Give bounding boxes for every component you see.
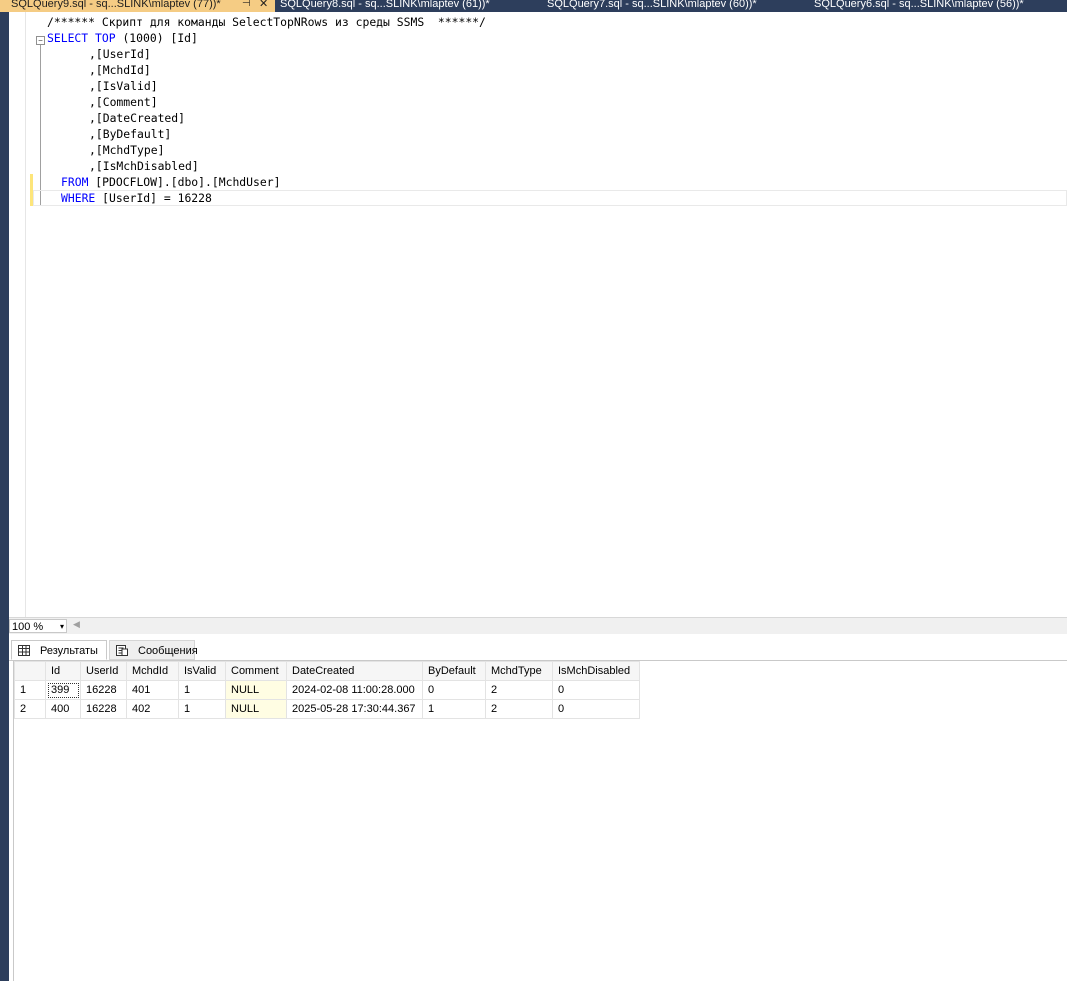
- code-line-select: SELECT TOP (1000) [Id]: [47, 30, 198, 46]
- code-column: ,[IsMchDisabled]: [89, 159, 199, 173]
- tab-label: SQLQuery8.sql - sq...SLINK\mlaptev (61))…: [280, 0, 490, 10]
- cell-userid[interactable]: 16228: [80, 680, 127, 700]
- code-column: ,[ByDefault]: [89, 127, 172, 141]
- code-comment: /****** Скрипт для команды SelectTopNRow…: [47, 15, 486, 29]
- results-pane: Результаты Сообщения Id UserId MchdId Is…: [9, 634, 1067, 981]
- document-tab-bar: SQLQuery9.sql - sq...SLINK\mlaptev (77))…: [0, 0, 1067, 12]
- code-column: ,[MchdId]: [89, 63, 151, 77]
- editor-status-strip: 100 % ▾ ◀: [9, 617, 1067, 635]
- column-header[interactable]: UserId: [80, 661, 127, 681]
- messages-icon: [116, 645, 128, 656]
- row-number-header[interactable]: [14, 661, 46, 681]
- code-column: ,[Comment]: [89, 95, 158, 109]
- code-column: ,[IsValid]: [89, 79, 158, 93]
- column-header[interactable]: MchdId: [126, 661, 179, 681]
- column-header[interactable]: IsValid: [178, 661, 226, 681]
- gutter-divider: [25, 12, 26, 617]
- grid-icon: [18, 645, 30, 656]
- query-editor[interactable]: − /****** Скрипт для команды SelectTopNR…: [9, 12, 1067, 617]
- table-row[interactable]: 2 400 16228 402 1 NULL 2025-05-28 17:30:…: [14, 699, 640, 719]
- code-column: ,[DateCreated]: [89, 111, 186, 125]
- cell-mchdid[interactable]: 401: [126, 680, 179, 700]
- code-column: ,[MchdType]: [89, 143, 165, 157]
- row-number[interactable]: 2: [14, 699, 46, 719]
- table-row[interactable]: 1 399 16228 401 1 NULL 2024-02-08 11:00:…: [14, 680, 640, 700]
- cell-mchdid[interactable]: 402: [126, 699, 179, 719]
- code-line-from: FROM [PDOCFLOW].[dbo].[MchdUser]: [61, 174, 280, 190]
- column-header[interactable]: Id: [45, 661, 81, 681]
- column-header[interactable]: Comment: [225, 661, 287, 681]
- tab-label: SQLQuery6.sql - sq...SLINK\mlaptev (56))…: [814, 0, 1024, 10]
- column-header[interactable]: MchdType: [485, 661, 553, 681]
- outline-line: [40, 45, 41, 205]
- tab-label: SQLQuery9.sql - sq...SLINK\mlaptev (77))…: [11, 0, 221, 10]
- chevron-down-icon: ▾: [59, 622, 64, 631]
- cell-id[interactable]: 399: [45, 680, 81, 700]
- tab-label: Результаты: [40, 645, 98, 657]
- cell-bydefault[interactable]: 0: [422, 680, 486, 700]
- cell-datecreated[interactable]: 2025-05-28 17:30:44.367: [286, 699, 423, 719]
- cell-isvalid[interactable]: 1: [178, 680, 226, 700]
- tab-messages[interactable]: Сообщения: [109, 640, 198, 660]
- cell-mchdtype[interactable]: 2: [485, 699, 553, 719]
- cell-comment[interactable]: NULL: [225, 680, 287, 700]
- cell-bydefault[interactable]: 1: [422, 699, 486, 719]
- keyword-select: SELECT: [47, 31, 89, 45]
- keyword-where: WHERE: [61, 191, 96, 205]
- zoom-value: 100 %: [12, 621, 44, 633]
- tab-results[interactable]: Результаты: [11, 640, 107, 660]
- collapse-icon[interactable]: −: [36, 36, 45, 45]
- tab-label: SQLQuery7.sql - sq...SLINK\mlaptev (60))…: [547, 0, 757, 10]
- cell-ismchdisabled[interactable]: 0: [552, 699, 640, 719]
- left-window-edge: [0, 12, 9, 981]
- cell-isvalid[interactable]: 1: [178, 699, 226, 719]
- tab-sqlquery9[interactable]: SQLQuery9.sql - sq...SLINK\mlaptev (77))…: [0, 0, 275, 12]
- where-expression: [UserId] = 16228: [95, 191, 212, 205]
- column-header[interactable]: ByDefault: [422, 661, 486, 681]
- pin-icon[interactable]: ⊣: [242, 0, 251, 9]
- tab-label: Сообщения: [138, 645, 198, 657]
- column-header[interactable]: DateCreated: [286, 661, 423, 681]
- cell-ismchdisabled[interactable]: 0: [552, 680, 640, 700]
- code-line-where: WHERE [UserId] = 16228: [61, 190, 212, 206]
- cell-comment[interactable]: NULL: [225, 699, 287, 719]
- code-column: ,[UserId]: [89, 47, 151, 61]
- from-object: [PDOCFLOW].[dbo].[MchdUser]: [88, 175, 281, 189]
- cell-mchdtype[interactable]: 2: [485, 680, 553, 700]
- top-clause: (1000) [Id]: [115, 31, 198, 45]
- header-row: Id UserId MchdId IsValid Comment DateCre…: [14, 661, 640, 681]
- cell-id[interactable]: 400: [45, 699, 81, 719]
- column-header[interactable]: IsMchDisabled: [552, 661, 640, 681]
- row-number[interactable]: 1: [14, 680, 46, 700]
- zoom-dropdown[interactable]: 100 % ▾: [9, 619, 67, 633]
- close-icon[interactable]: ✕: [259, 0, 268, 10]
- cell-datecreated[interactable]: 2024-02-08 11:00:28.000: [286, 680, 423, 700]
- results-table: Id UserId MchdId IsValid Comment DateCre…: [14, 661, 640, 719]
- keyword-from: FROM: [61, 175, 89, 189]
- results-tab-bar: Результаты Сообщения: [9, 638, 1067, 661]
- cell-userid[interactable]: 16228: [80, 699, 127, 719]
- scroll-left-icon[interactable]: ◀: [73, 619, 80, 630]
- keyword-top: TOP: [95, 31, 116, 45]
